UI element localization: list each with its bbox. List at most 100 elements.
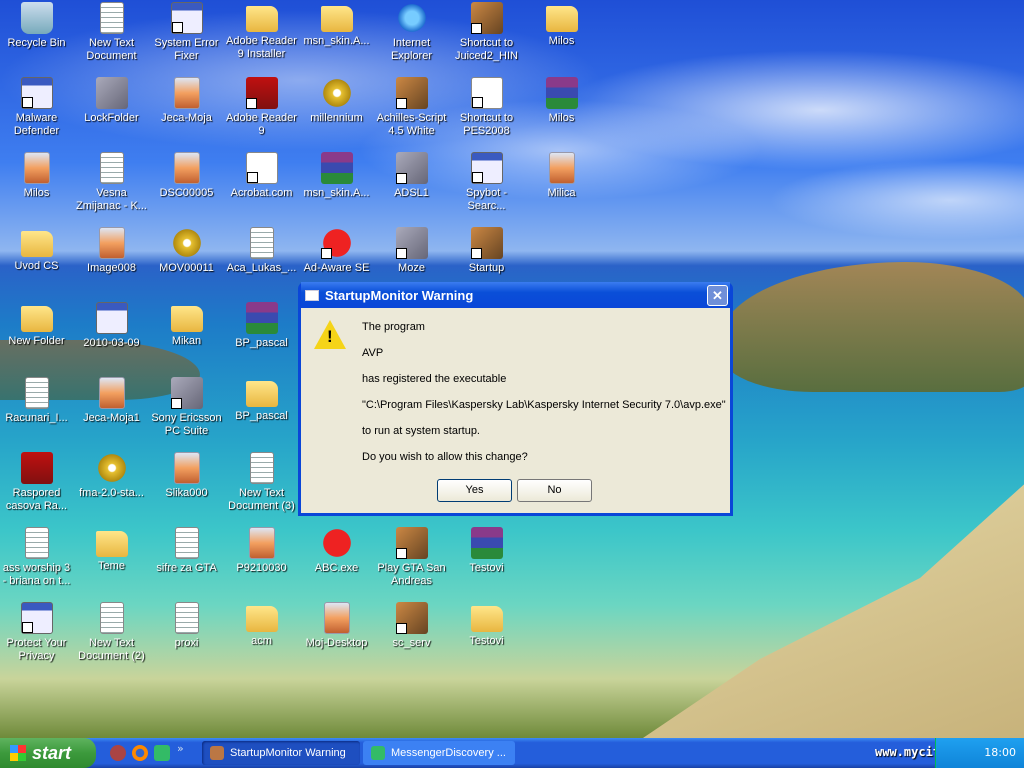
desktop-icon[interactable]: Testovi xyxy=(449,523,524,575)
task-startupmonitor[interactable]: StartupMonitor Warning xyxy=(202,741,360,765)
rar-icon xyxy=(245,302,278,334)
desktop-icon-label: Protect Your Privacy xyxy=(6,637,67,662)
rar-icon xyxy=(320,152,353,184)
desktop-icon[interactable]: New Folder xyxy=(0,298,74,348)
desktop-icon[interactable]: Recycle Bin xyxy=(0,0,74,50)
desktop-icon[interactable]: P9210030 xyxy=(224,523,299,575)
desktop-icon[interactable]: msn_skin.A... xyxy=(299,0,374,48)
task-messengerdiscovery[interactable]: MessengerDiscovery ... xyxy=(363,741,515,765)
desktop-icon-label: LockFolder xyxy=(84,112,139,124)
desktop-icon-label: Adobe Reader 9 xyxy=(226,112,297,137)
desktop-icon-label: Raspored casova Ra... xyxy=(5,487,68,512)
desktop-icon-label: acm xyxy=(251,635,272,647)
desktop-icon-label: Spybot - Searc... xyxy=(466,187,507,212)
desktop-icon[interactable]: Raspored casova Ra... xyxy=(0,448,74,513)
red-icon xyxy=(320,527,353,559)
firefox-icon[interactable] xyxy=(132,745,148,761)
desktop-icon-label: ABC.exe xyxy=(314,562,359,574)
desktop-icon[interactable]: New Text Document (2) xyxy=(74,598,149,663)
desktop-icon[interactable]: Internet Explorer xyxy=(374,0,449,63)
desktop-icon[interactable]: Moj-Desktop xyxy=(299,598,374,650)
desktop-icon-label: 2010-03-09 xyxy=(83,337,140,349)
desktop-icon[interactable]: Ad-Aware SE xyxy=(299,223,374,275)
folder-icon xyxy=(320,6,353,32)
desktop-icon[interactable]: Achilles-Script 4.5 White xyxy=(374,73,449,138)
img-icon xyxy=(173,452,200,484)
desktop-icon[interactable]: Shortcut to Juiced2_HIN xyxy=(449,0,524,63)
desktop-icon[interactable]: Shortcut to PES2008 xyxy=(449,73,524,138)
desktop-icon[interactable]: Acrobat.com xyxy=(224,148,299,200)
desktop-icon[interactable]: Adobe Reader 9 xyxy=(224,73,299,138)
desktop-icon[interactable]: sc_serv xyxy=(374,598,449,650)
desktop-icon[interactable]: Startup xyxy=(449,223,524,275)
desktop-icon[interactable]: ABC.exe xyxy=(299,523,374,575)
desktop-icon[interactable]: 2010-03-09 xyxy=(74,298,149,350)
dialog-titlebar[interactable]: StartupMonitor Warning ✕ xyxy=(301,282,730,308)
desktop-icon[interactable]: System Error Fixer xyxy=(149,0,224,63)
desktop-icon[interactable]: BP_pascal xyxy=(224,373,299,423)
system-tray: 18:00 xyxy=(935,738,1024,768)
desktop-icon[interactable]: acm xyxy=(224,598,299,648)
desktop-icon[interactable]: Jeca-Moja1 xyxy=(74,373,149,425)
desktop-icon[interactable]: Vesna Zmijanac - K... xyxy=(74,148,149,213)
desktop-icon[interactable]: Mikan xyxy=(149,298,224,348)
desktop-icon[interactable]: Malware Defender xyxy=(0,73,74,138)
desktop-icon[interactable]: Milos xyxy=(524,0,599,48)
desktop-icon[interactable]: ass worship 3 - briana on t... xyxy=(0,523,74,588)
desktop-icon-label: ass worship 3 - briana on t... xyxy=(2,562,71,587)
desktop-icon[interactable]: New Text Document xyxy=(74,0,149,63)
cd-icon xyxy=(170,227,203,259)
desktop-icon[interactable]: Racunari_I... xyxy=(0,373,74,425)
desktop-icon[interactable]: Jeca-Moja xyxy=(149,73,224,125)
desktop-icon[interactable]: Slika000 xyxy=(149,448,224,500)
misc-icon xyxy=(395,527,428,559)
yes-button[interactable]: Yes xyxy=(437,479,512,502)
desktop-icon-label: Moze xyxy=(398,262,425,274)
messenger-icon[interactable] xyxy=(154,745,170,761)
desktop-icon-label: fma-2.0-sta... xyxy=(79,487,144,499)
close-button[interactable]: ✕ xyxy=(707,284,728,306)
desktop-icon[interactable]: proxi xyxy=(149,598,224,650)
desktop-icon-label: BP_pascal xyxy=(235,410,288,422)
no-button[interactable]: No xyxy=(517,479,592,502)
desktop-icon[interactable]: Protect Your Privacy xyxy=(0,598,74,663)
desktop-icon[interactable]: Play GTA San Andreas xyxy=(374,523,449,588)
desktop-icon[interactable]: ADSL1 xyxy=(374,148,449,200)
desktop-icon[interactable]: LockFolder xyxy=(74,73,149,125)
desktop-icon[interactable]: Sony Ericsson PC Suite xyxy=(149,373,224,438)
folder-icon xyxy=(545,6,578,32)
folder-icon xyxy=(170,306,203,332)
desktop-icon[interactable]: Teme xyxy=(74,523,149,573)
desktop-icon[interactable]: BP_pascal xyxy=(224,298,299,350)
desktop-icon[interactable]: DSC00005 xyxy=(149,148,224,200)
desktop-icon[interactable]: fma-2.0-sta... xyxy=(74,448,149,500)
doc-icon xyxy=(24,527,49,559)
desktop-icon[interactable]: Moze xyxy=(374,223,449,275)
quicklaunch-app-icon[interactable] xyxy=(110,745,126,761)
desktop-icon[interactable]: Milos xyxy=(524,73,599,125)
desktop-icon[interactable]: New Text Document (3) xyxy=(224,448,299,513)
desktop-icon-label: Vesna Zmijanac - K... xyxy=(76,187,147,212)
desktop-icon[interactable]: MOV00011 xyxy=(149,223,224,275)
desktop-icon[interactable]: Milica xyxy=(524,148,599,200)
desktop-icon-label: Moj-Desktop xyxy=(305,637,368,649)
desktop-icon[interactable]: Adobe Reader 9 Installer xyxy=(224,0,299,61)
bin-icon xyxy=(20,2,53,34)
doc-icon xyxy=(174,527,199,559)
desktop-icon[interactable]: millennium xyxy=(299,73,374,125)
img-icon xyxy=(98,377,125,409)
desktop-icon[interactable]: msn_skin.A... xyxy=(299,148,374,200)
taskbar: start » StartupMonitor Warning Messenger… xyxy=(0,738,1024,768)
desktop-icon[interactable]: Aca_Lukas_... xyxy=(224,223,299,275)
desktop-icon[interactable]: Image008 xyxy=(74,223,149,275)
start-button[interactable]: start xyxy=(0,738,96,768)
desktop-icon-label: System Error Fixer xyxy=(154,37,219,62)
desktop-icon[interactable]: sifre za GTA xyxy=(149,523,224,575)
quicklaunch-more-button[interactable]: » xyxy=(177,742,184,755)
clock[interactable]: 18:00 xyxy=(984,746,1016,759)
pdf-icon xyxy=(20,452,53,484)
desktop-icon[interactable]: Testovi xyxy=(449,598,524,648)
desktop-icon[interactable]: Uvod CS xyxy=(0,223,74,273)
desktop-icon[interactable]: Spybot - Searc... xyxy=(449,148,524,213)
desktop-icon[interactable]: Milos xyxy=(0,148,74,200)
